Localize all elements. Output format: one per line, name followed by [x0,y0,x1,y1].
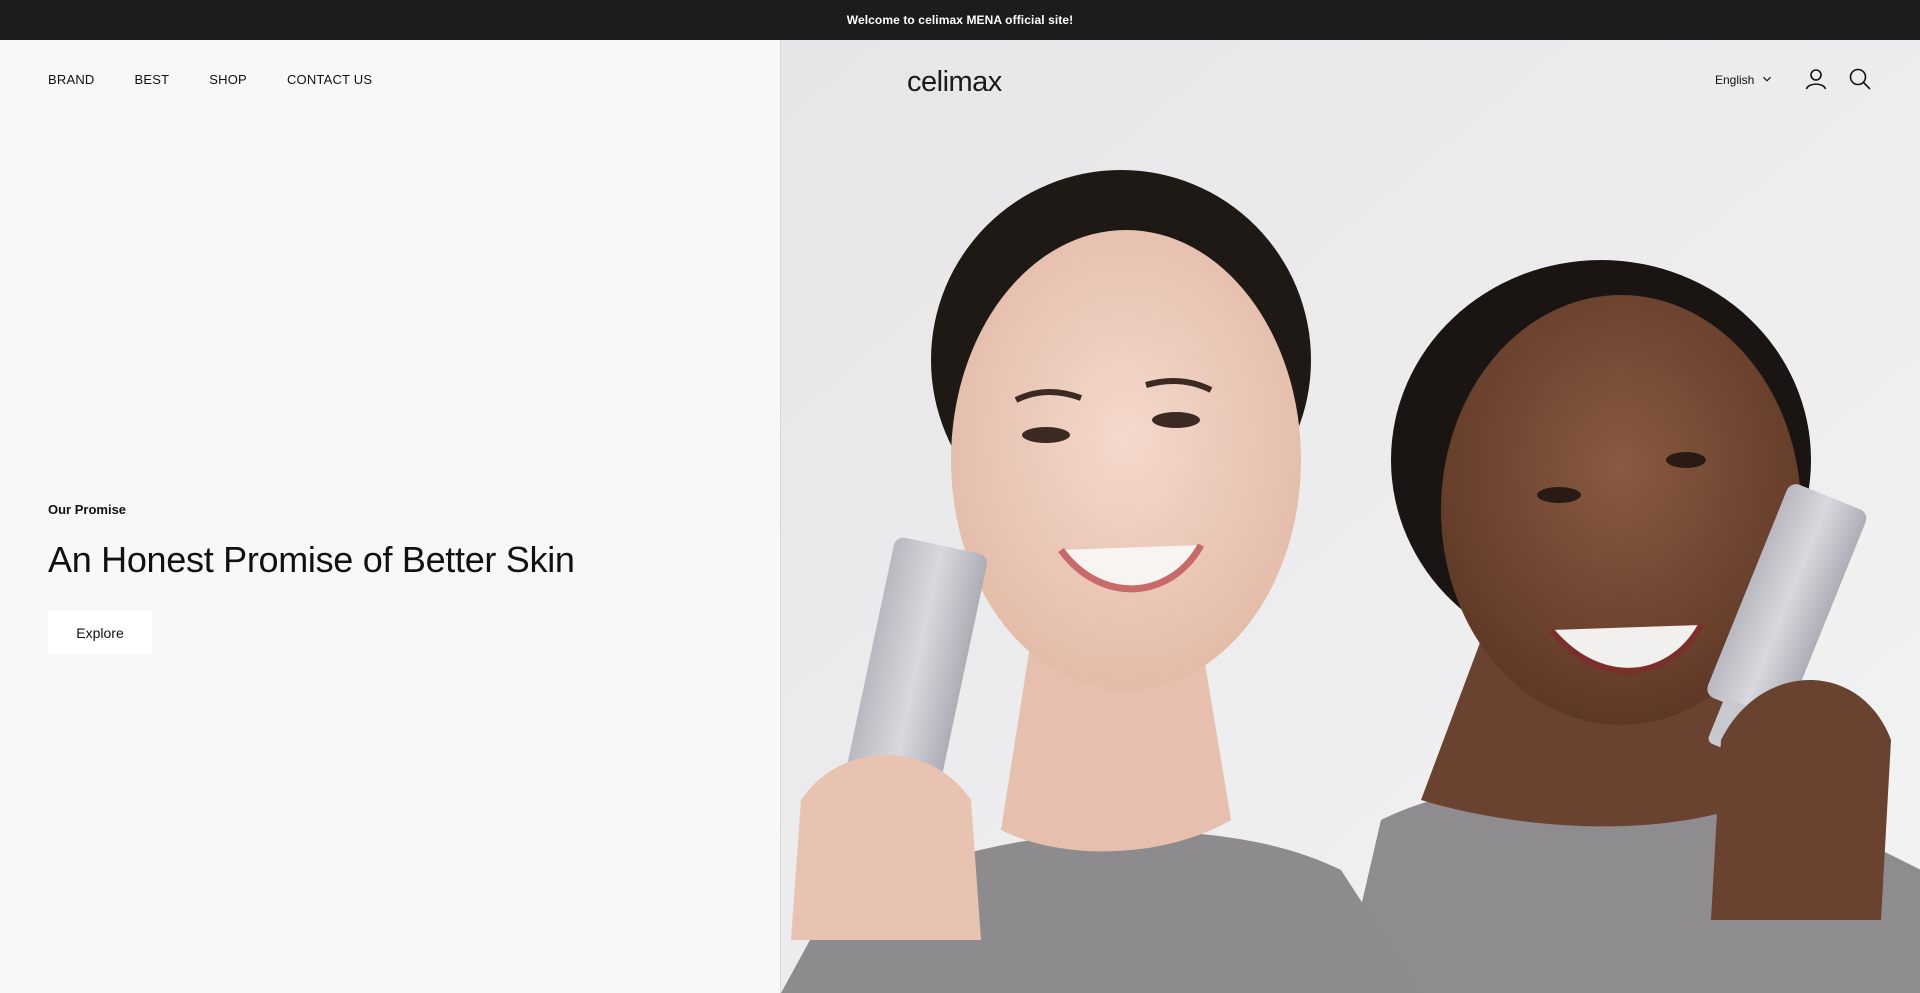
hero-copy: Our Promise An Honest Promise of Better … [48,502,575,654]
announcement-bar: Welcome to celimax MENA official site! [0,0,1920,40]
main-nav: BRAND BEST SHOP CONTACT US [48,72,372,87]
hero-image [780,40,1920,993]
site-logo[interactable]: celimax [907,66,1002,99]
chevron-down-icon [1762,73,1772,87]
language-label: English [1715,73,1755,87]
announcement-text: Welcome to celimax MENA official site! [846,13,1074,27]
nav-link-contact-us[interactable]: CONTACT US [287,72,372,87]
user-icon[interactable] [1804,67,1828,91]
nav-link-brand[interactable]: BRAND [48,72,95,87]
language-selector[interactable]: English [1715,73,1772,87]
nav-link-shop[interactable]: SHOP [209,72,247,87]
nav-link-best[interactable]: BEST [135,72,170,87]
site-header: BRAND BEST SHOP CONTACT US celimax Engli… [0,40,1920,120]
hero-eyebrow: Our Promise [48,502,127,517]
explore-button[interactable]: Explore [48,611,152,654]
hero-headline: An Honest Promise of Better Skin [48,539,575,580]
search-icon[interactable] [1848,67,1872,91]
